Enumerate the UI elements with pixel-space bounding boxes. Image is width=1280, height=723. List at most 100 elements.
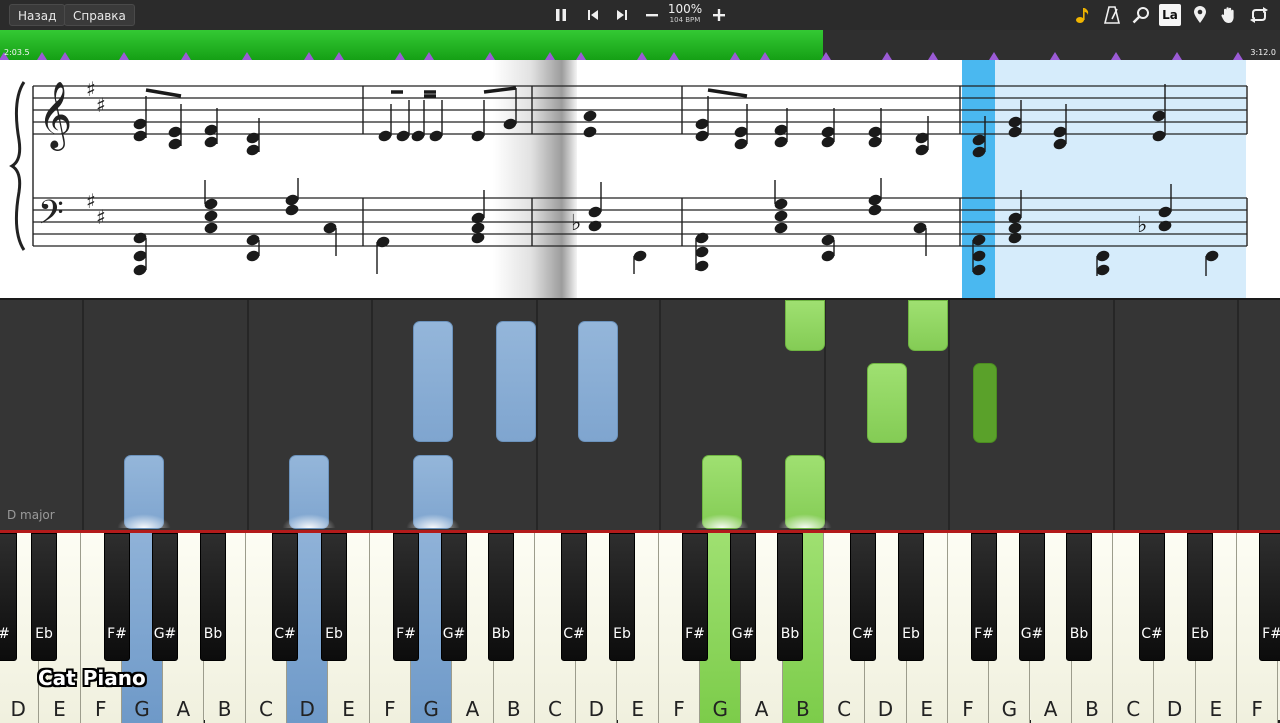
tempo-readout: 104 BPM	[669, 16, 701, 24]
falling-note-right-hand	[867, 363, 907, 443]
black-key-sharp[interactable]: #	[0, 533, 17, 661]
black-key-eb[interactable]: Eb	[31, 533, 57, 661]
zoom-in-icon[interactable]	[708, 5, 730, 25]
black-key-fsharp[interactable]: F#	[1259, 533, 1280, 661]
black-key-bb[interactable]: Bb	[200, 533, 226, 661]
hand-icon[interactable]	[1218, 4, 1240, 26]
key-label: #	[0, 626, 24, 642]
black-key-eb[interactable]: Eb	[609, 533, 635, 661]
flat-accidental: ♭	[1137, 213, 1147, 238]
black-key-csharp[interactable]: C#	[1139, 533, 1165, 661]
zoom-out-icon[interactable]	[641, 5, 663, 25]
key-label: C	[837, 697, 852, 721]
key-label: G#	[153, 626, 177, 642]
timeline-marker	[119, 52, 129, 60]
black-key-csharp[interactable]: C#	[561, 533, 587, 661]
black-key-gsharp[interactable]: G#	[730, 533, 756, 661]
toolbar: Назад Справка 100% 104 BPM La	[0, 0, 1280, 30]
black-key-fsharp[interactable]: F#	[393, 533, 419, 661]
timeline-marker	[1233, 52, 1243, 60]
key-label: G	[1001, 697, 1018, 721]
falling-note-right-hand	[908, 300, 948, 351]
black-key-eb[interactable]: Eb	[898, 533, 924, 661]
key-label: Eb	[902, 626, 920, 642]
notehead	[285, 204, 299, 216]
back-button[interactable]: Назад	[9, 4, 66, 26]
previous-icon[interactable]	[582, 5, 604, 25]
timeline[interactable]: 2:03.5 3:12.0	[0, 30, 1280, 60]
loop-icon[interactable]	[1247, 4, 1271, 26]
black-key-bb[interactable]: Bb	[488, 533, 514, 661]
help-button[interactable]: Справка	[64, 4, 135, 26]
notehead	[774, 222, 788, 234]
key-label: G#	[442, 626, 466, 642]
sheet-music: 𝄞 𝄢 ♯ ♯ ♯ ♯ ♭ ♭	[0, 60, 1280, 298]
falling-note-right-hand	[973, 363, 997, 443]
black-key-bb[interactable]: Bb	[777, 533, 803, 661]
timeline-marker	[60, 52, 70, 60]
black-key-gsharp[interactable]: G#	[152, 533, 178, 661]
timeline-marker	[485, 52, 495, 60]
pause-icon[interactable]	[550, 5, 572, 25]
next-icon[interactable]	[611, 5, 633, 25]
timeline-marker	[989, 52, 999, 60]
timeline-marker	[760, 52, 770, 60]
key-signature-bass: ♯	[96, 205, 106, 229]
falling-note-left-hand	[578, 321, 618, 442]
timeline-marker	[1111, 52, 1121, 60]
key-label: Bb	[780, 626, 800, 642]
metronome-icon[interactable]	[1101, 4, 1123, 26]
key-label: G	[423, 697, 439, 721]
notehead	[588, 220, 602, 232]
black-key-csharp[interactable]: C#	[272, 533, 298, 661]
key-signature-label: D major	[7, 508, 55, 522]
key-label: C#	[852, 626, 874, 642]
timeline-marker	[545, 52, 555, 60]
timeline-marker	[37, 52, 47, 60]
key-label: B	[1085, 697, 1099, 721]
zoom-readout: 100% 104 BPM	[664, 3, 706, 25]
key-label: E	[53, 697, 66, 721]
key-label: F#	[107, 626, 127, 642]
key-label: B	[217, 697, 232, 721]
note-icon[interactable]	[1072, 4, 1094, 26]
key-label: F	[962, 697, 974, 721]
black-key-fsharp[interactable]: F#	[104, 533, 130, 661]
key-label: C	[1126, 697, 1141, 721]
timeline-marker	[882, 52, 892, 60]
timeline-marker	[730, 52, 740, 60]
black-key-bb[interactable]: Bb	[1066, 533, 1092, 661]
black-key-gsharp[interactable]: G#	[1019, 533, 1045, 661]
brand-logo: Cat Piano	[38, 666, 146, 690]
note-beam	[483, 86, 517, 94]
falling-note-left-hand	[496, 321, 536, 442]
black-key-csharp[interactable]: C#	[850, 533, 876, 661]
language-icon[interactable]: La	[1159, 4, 1181, 26]
key-label: A	[754, 697, 769, 721]
timeline-marker	[821, 52, 831, 60]
notehead	[774, 210, 788, 222]
timeline-marker	[1172, 52, 1182, 60]
search-icon[interactable]	[1130, 4, 1152, 26]
key-label: D	[10, 697, 26, 721]
key-label: F	[1251, 697, 1263, 721]
timeline-marker	[334, 52, 344, 60]
notehead	[204, 222, 218, 234]
piano-keyboard: DEFGABCDEFGABCDEFGABCDEFGABCDEF#EbF#G#Bb…	[0, 530, 1280, 723]
key-label: Eb	[325, 626, 343, 642]
piano-roll: D major	[0, 298, 1280, 532]
timeline-marker	[304, 52, 314, 60]
falling-note-left-hand	[413, 321, 453, 442]
key-hit-sparkle	[778, 514, 832, 528]
marker-icon[interactable]	[1189, 4, 1211, 26]
timeline-start-time: 2:03.5	[4, 48, 30, 57]
black-key-eb[interactable]: Eb	[321, 533, 347, 661]
key-label: B	[795, 697, 810, 721]
black-key-fsharp[interactable]: F#	[682, 533, 708, 661]
black-key-gsharp[interactable]: G#	[441, 533, 467, 661]
black-key-fsharp[interactable]: F#	[971, 533, 997, 661]
flat-accidental: ♭	[571, 211, 581, 236]
timeline-marker	[395, 52, 405, 60]
timeline-track	[0, 52, 1243, 60]
black-key-eb[interactable]: Eb	[1187, 533, 1213, 661]
